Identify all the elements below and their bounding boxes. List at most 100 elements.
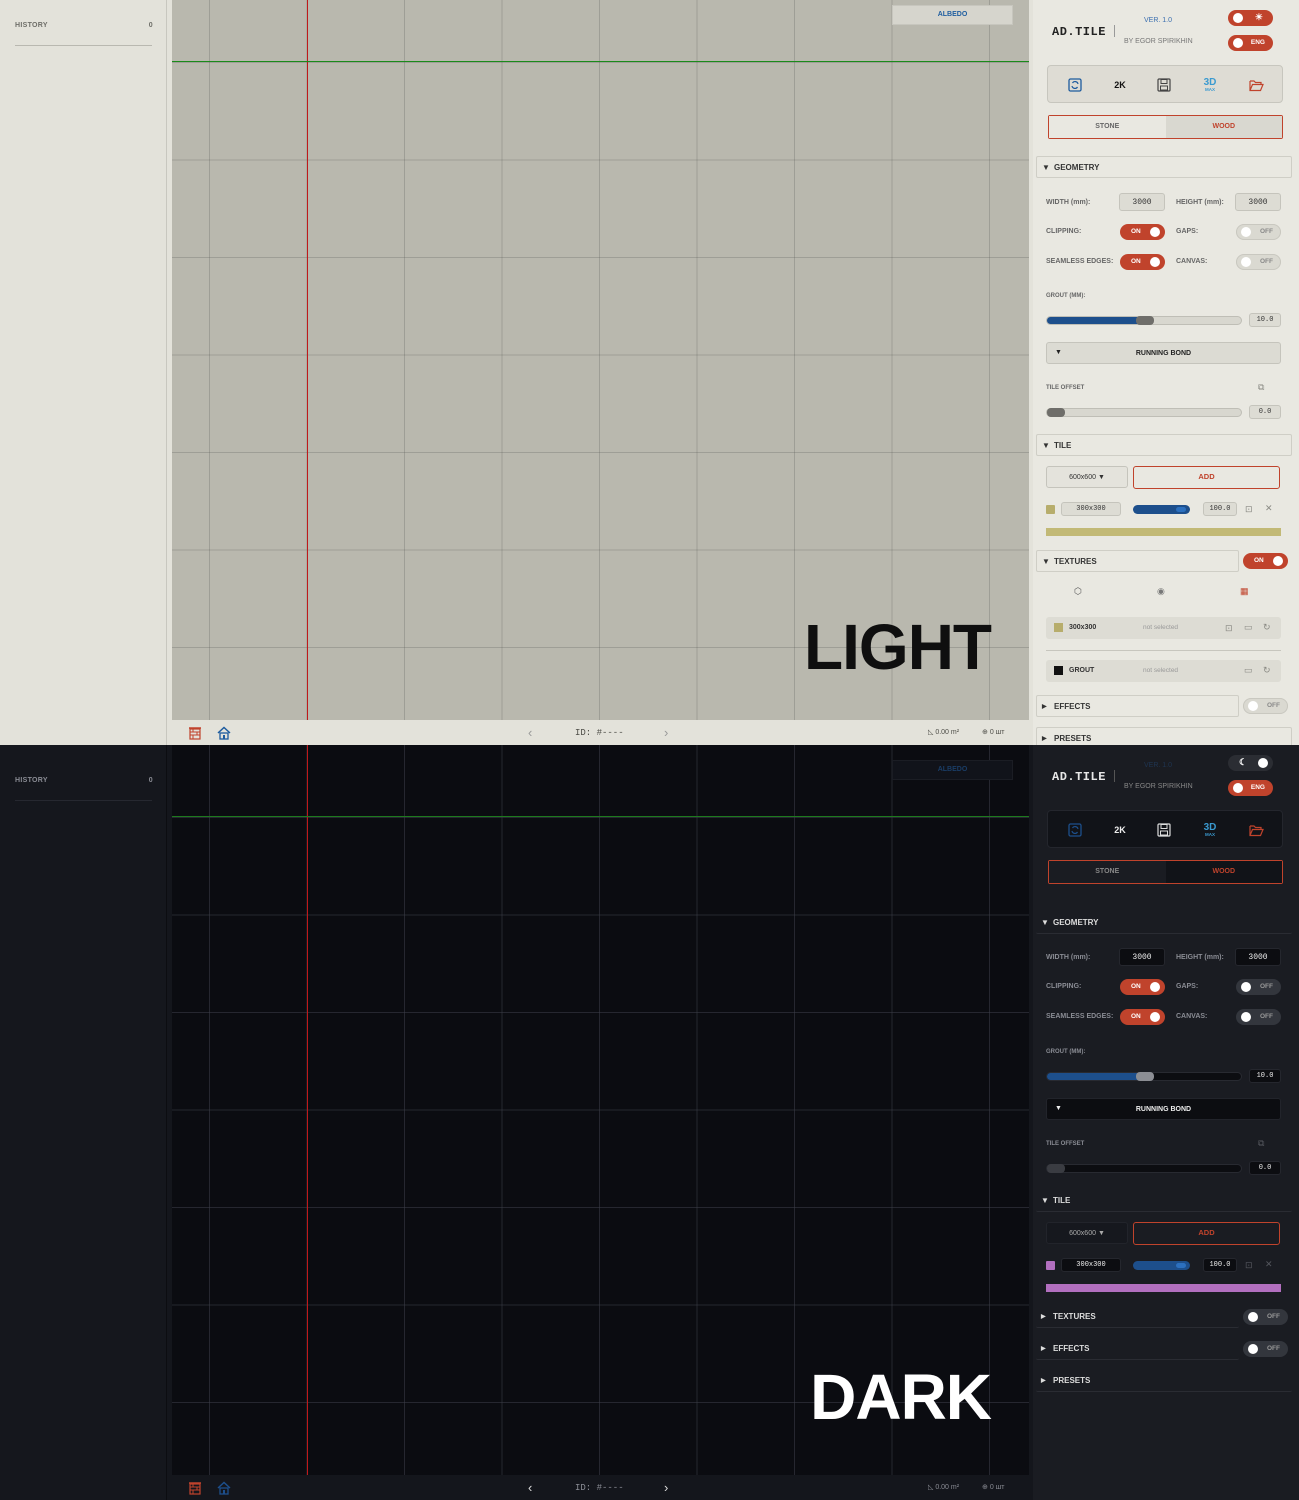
- tile-offset-input[interactable]: 0.0: [1249, 1161, 1281, 1175]
- reset-icon[interactable]: ↻: [1263, 665, 1271, 676]
- effects-section-header[interactable]: ▶ EFFECTS: [1036, 1338, 1239, 1360]
- channel-albedo-button[interactable]: ALBEDO: [892, 760, 1013, 780]
- material-wood-tab[interactable]: WOOD: [1165, 861, 1282, 883]
- tile-offset-slider-thumb[interactable]: [1047, 408, 1065, 417]
- lock-icon[interactable]: ⊡: [1245, 1260, 1253, 1271]
- refresh-button[interactable]: [1065, 820, 1085, 840]
- grout-input[interactable]: 10.0: [1249, 1069, 1281, 1083]
- textures-toggle[interactable]: OFF: [1243, 1309, 1288, 1325]
- grout-slider[interactable]: [1046, 316, 1242, 325]
- resolution-button[interactable]: 2K: [1110, 820, 1130, 840]
- image-icon[interactable]: ⊡: [1225, 623, 1233, 634]
- next-arrow-icon[interactable]: ›: [664, 1480, 668, 1495]
- grout-slider-thumb[interactable]: [1136, 316, 1154, 325]
- textures-section-header[interactable]: ▶ TEXTURES: [1036, 1306, 1239, 1328]
- add-tile-button[interactable]: ADD: [1133, 466, 1280, 489]
- gaps-toggle[interactable]: OFF: [1236, 979, 1281, 995]
- canvas-toggle[interactable]: OFF: [1236, 1009, 1281, 1025]
- tile-size-select[interactable]: 600x600 ▼: [1046, 466, 1128, 488]
- open-folder-button[interactable]: [1246, 75, 1266, 95]
- palette-icon[interactable]: ◉: [1157, 586, 1165, 597]
- home-view-icon[interactable]: [217, 726, 231, 740]
- tile-canvas[interactable]: ALBEDO LIGHT: [172, 0, 1029, 720]
- tile-section-header[interactable]: ▼ TILE: [1036, 434, 1292, 456]
- height-input[interactable]: 3000: [1235, 193, 1281, 211]
- texture-row-grout[interactable]: GROUT not selected ▭ ↻: [1046, 660, 1281, 682]
- home-view-icon[interactable]: [217, 1481, 231, 1495]
- presets-section-header[interactable]: ▶ PRESETS: [1036, 1370, 1292, 1392]
- material-wood-tab[interactable]: WOOD: [1165, 116, 1282, 138]
- export-3dsmax-button[interactable]: 3D MAX: [1200, 75, 1220, 95]
- geometry-section-header[interactable]: ▼ GEOMETRY: [1036, 912, 1292, 934]
- next-arrow-icon[interactable]: ›: [664, 725, 668, 740]
- language-toggle[interactable]: ENG: [1228, 780, 1273, 796]
- tile-item-value[interactable]: 100.0: [1203, 502, 1237, 516]
- tile-section-header[interactable]: ▼ TILE: [1036, 1190, 1292, 1212]
- textures-toggle[interactable]: ON: [1243, 553, 1288, 569]
- close-icon[interactable]: ✕: [1265, 1259, 1273, 1270]
- height-input[interactable]: 3000: [1235, 948, 1281, 966]
- prev-arrow-icon[interactable]: ‹: [528, 725, 532, 740]
- tile-offset-input[interactable]: 0.0: [1249, 405, 1281, 419]
- tile-color-swatch[interactable]: [1046, 505, 1055, 514]
- presets-section-header[interactable]: ▶ PRESETS: [1036, 727, 1292, 745]
- add-tile-button[interactable]: ADD: [1133, 1222, 1280, 1245]
- cube-icon[interactable]: ⬡: [1074, 586, 1082, 597]
- folder-icon[interactable]: ▭: [1244, 665, 1253, 676]
- texture-row-tile[interactable]: 300x300 not selected ⊡ ▭ ↻: [1046, 617, 1281, 639]
- folder-icon[interactable]: ▭: [1244, 622, 1253, 633]
- lock-icon[interactable]: ⊡: [1245, 504, 1253, 515]
- history-header[interactable]: HISTORY 0: [15, 22, 153, 32]
- reset-icon[interactable]: ↻: [1263, 622, 1271, 633]
- tile-offset-slider[interactable]: [1046, 1164, 1242, 1173]
- seamless-toggle[interactable]: ON: [1120, 254, 1165, 270]
- history-header[interactable]: HISTORY 0: [15, 777, 153, 787]
- export-3dsmax-button[interactable]: 3D MAX: [1200, 820, 1220, 840]
- tile-size-select[interactable]: 600x600 ▼: [1046, 1222, 1128, 1244]
- brick-icon[interactable]: ▦: [1240, 586, 1249, 597]
- shuffle-icon[interactable]: ⧉: [1258, 1138, 1264, 1149]
- grout-input[interactable]: 10.0: [1249, 313, 1281, 327]
- tile-offset-slider-thumb[interactable]: [1047, 1164, 1065, 1173]
- tile-ratio-bar[interactable]: [1133, 1261, 1190, 1270]
- open-folder-button[interactable]: [1246, 820, 1266, 840]
- close-icon[interactable]: ✕: [1265, 503, 1273, 514]
- shuffle-icon[interactable]: ⧉: [1258, 382, 1264, 393]
- tile-canvas[interactable]: ALBEDO DARK: [172, 745, 1029, 1475]
- grout-slider[interactable]: [1046, 1072, 1242, 1081]
- tile-ratio-bar[interactable]: [1133, 505, 1190, 514]
- resolution-button[interactable]: 2K: [1110, 75, 1130, 95]
- theme-toggle[interactable]: ☀: [1228, 10, 1273, 26]
- tile-item-size[interactable]: 300x300: [1061, 502, 1121, 516]
- language-toggle[interactable]: ENG: [1228, 35, 1273, 51]
- material-stone-tab[interactable]: STONE: [1049, 116, 1166, 138]
- pattern-dropdown[interactable]: ▼ RUNNING BOND: [1046, 1098, 1281, 1120]
- refresh-button[interactable]: [1065, 75, 1085, 95]
- clear-wall-icon[interactable]: [188, 1481, 202, 1495]
- tile-item-value[interactable]: 100.0: [1203, 1258, 1237, 1272]
- pattern-dropdown[interactable]: ▼ RUNNING BOND: [1046, 342, 1281, 364]
- theme-toggle[interactable]: ☾: [1228, 755, 1273, 771]
- tile-color-swatch[interactable]: [1046, 1261, 1055, 1270]
- effects-toggle[interactable]: OFF: [1243, 1341, 1288, 1357]
- material-stone-tab[interactable]: STONE: [1049, 861, 1166, 883]
- channel-albedo-button[interactable]: ALBEDO: [892, 5, 1013, 25]
- clear-wall-icon[interactable]: [188, 726, 202, 740]
- save-button[interactable]: [1154, 820, 1174, 840]
- effects-section-header[interactable]: ▶ EFFECTS: [1036, 695, 1239, 717]
- tile-item-size[interactable]: 300x300: [1061, 1258, 1121, 1272]
- grout-slider-thumb[interactable]: [1136, 1072, 1154, 1081]
- clipping-toggle[interactable]: ON: [1120, 224, 1165, 240]
- seamless-toggle[interactable]: ON: [1120, 1009, 1165, 1025]
- geometry-section-header[interactable]: ▼ GEOMETRY: [1036, 156, 1292, 178]
- gaps-toggle[interactable]: OFF: [1236, 224, 1281, 240]
- tile-offset-slider[interactable]: [1046, 408, 1242, 417]
- width-input[interactable]: 3000: [1119, 193, 1165, 211]
- canvas-toggle[interactable]: OFF: [1236, 254, 1281, 270]
- effects-toggle[interactable]: OFF: [1243, 698, 1288, 714]
- clipping-toggle[interactable]: ON: [1120, 979, 1165, 995]
- textures-section-header[interactable]: ▼ TEXTURES: [1036, 550, 1239, 572]
- save-button[interactable]: [1154, 75, 1174, 95]
- width-input[interactable]: 3000: [1119, 948, 1165, 966]
- prev-arrow-icon[interactable]: ‹: [528, 1480, 532, 1495]
